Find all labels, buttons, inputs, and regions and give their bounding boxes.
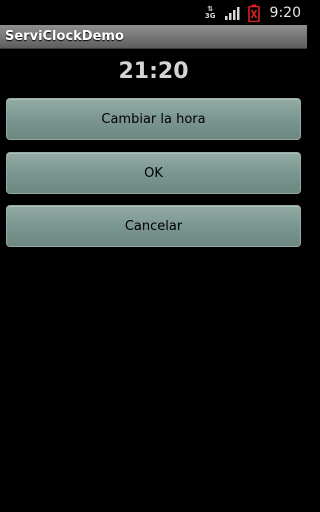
change-time-button[interactable]: Cambiar la hora: [6, 98, 301, 140]
status-bar: ⇅ 3G 9:20: [0, 0, 307, 25]
ok-button-label: OK: [144, 165, 163, 181]
battery-alert-icon: [247, 4, 260, 22]
cancel-button[interactable]: Cancelar: [6, 205, 301, 247]
app-title-bar: ServiClockDemo: [0, 25, 307, 49]
network-type: 3G: [204, 11, 216, 20]
change-time-button-label: Cambiar la hora: [101, 111, 206, 127]
ok-button[interactable]: OK: [6, 152, 301, 194]
network-3g-icon: ⇅ 3G: [204, 5, 216, 20]
time-display: 21:20: [118, 59, 189, 84]
signal-strength-icon: [224, 6, 240, 20]
status-clock: 9:20: [269, 4, 301, 21]
cancel-button-label: Cancelar: [124, 218, 183, 234]
app-title: ServiClockDemo: [5, 29, 124, 44]
